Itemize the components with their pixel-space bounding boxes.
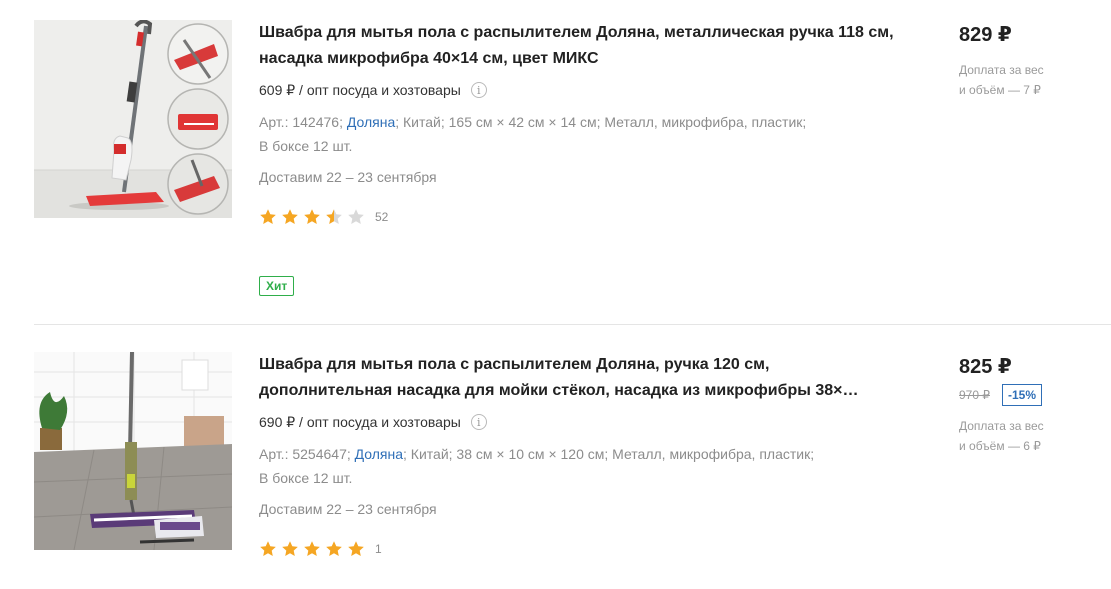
extra-charge-line2: и объём — 6 ₽ [959,439,1041,453]
star-icon [326,541,342,556]
specs-details: ; Китай; 38 см × 10 см × 120 см; Металл,… [403,446,815,462]
extra-charge-line1: Доплата за вес [959,63,1044,77]
star-icon [304,541,320,556]
star-icon [260,209,276,224]
article-text: Арт.: 5254647; [259,446,351,462]
hit-badge: Хит [259,276,295,296]
info-icon[interactable]: i [470,82,487,98]
product-card: Швабра для мытья пола с распылителем Дол… [0,325,1111,589]
product-card: Швабра для мытья пола с распылителем Дол… [0,0,1111,324]
extra-charge: Доплата за вес и объём — 6 ₽ [959,416,1099,456]
star-icon [282,209,298,224]
extra-charge: Доплата за вес и объём — 7 ₽ [959,60,1099,100]
wholesale-price-text: 690 ₽ / опт посуда и хозтовары [259,413,461,430]
product-title[interactable]: Швабра для мытья пола с распылителем Дол… [259,352,899,404]
article-text: Арт.: 142476; [259,114,343,130]
product-specs: Арт.: 142476; Доляна; Китай; 165 см × 42… [259,110,899,158]
review-count[interactable]: 1 [375,542,382,556]
wholesale-price: 690 ₽ / опт посуда и хозтовары i [259,412,899,432]
product-info: Швабра для мытья пола с распылителем Дол… [259,20,899,227]
delivery-date: Доставим 22 – 23 сентября [259,501,437,517]
price: 829 ₽ [959,24,1012,46]
delivery-date: Доставим 22 – 23 сентября [259,169,437,185]
info-icon[interactable]: i [470,414,487,430]
star-icon [304,209,320,224]
rating-stars [259,540,365,558]
star-icon [282,541,298,556]
rating-stars [259,208,365,226]
product-title[interactable]: Швабра для мытья пола с распылителем Дол… [259,20,899,72]
product-specs: Арт.: 5254647; Доляна; Китай; 38 см × 10… [259,442,899,490]
rating[interactable]: 52 [259,207,899,227]
extra-charge-line2: и объём — 7 ₽ [959,83,1041,97]
old-price-row: 970 ₽ -15% [959,384,1099,406]
rating[interactable]: 1 [259,539,899,559]
review-count[interactable]: 52 [375,210,388,224]
extra-charge-line1: Доплата за вес [959,419,1044,433]
price-column: 829 ₽ Доплата за вес и объём — 7 ₽ [959,22,1099,100]
star-icon [348,209,364,224]
discount-badge: -15% [1002,384,1043,406]
specs-details: ; Китай; 165 см × 42 см × 14 см; Металл,… [395,114,807,130]
specs-line: Арт.: 5254647; Доляна; Китай; 38 см × 10… [259,442,899,466]
wholesale-price: 609 ₽ / опт посуда и хозтовары i [259,80,899,100]
specs-line: Арт.: 142476; Доляна; Китай; 165 см × 42… [259,110,899,134]
product-image[interactable] [34,20,232,218]
price: 825 ₽ [959,356,1012,378]
star-icon [260,541,276,556]
product-info: Швабра для мытья пола с распылителем Дол… [259,352,899,559]
old-price: 970 ₽ [959,388,990,402]
brand-link[interactable]: Доляна [355,446,403,462]
spray-mop-photo [34,352,232,550]
brand-link[interactable]: Доляна [347,114,395,130]
wholesale-price-text: 609 ₽ / опт посуда и хозтовары [259,81,461,98]
price-column: 825 ₽ 970 ₽ -15% Доплата за вес и объём … [959,354,1099,456]
star-icon [348,541,364,556]
box-quantity: В боксе 12 шт. [259,138,353,154]
product-image[interactable] [34,352,232,550]
spray-mop-photo [34,20,232,218]
box-quantity: В боксе 12 шт. [259,470,353,486]
star-icon [326,209,342,224]
